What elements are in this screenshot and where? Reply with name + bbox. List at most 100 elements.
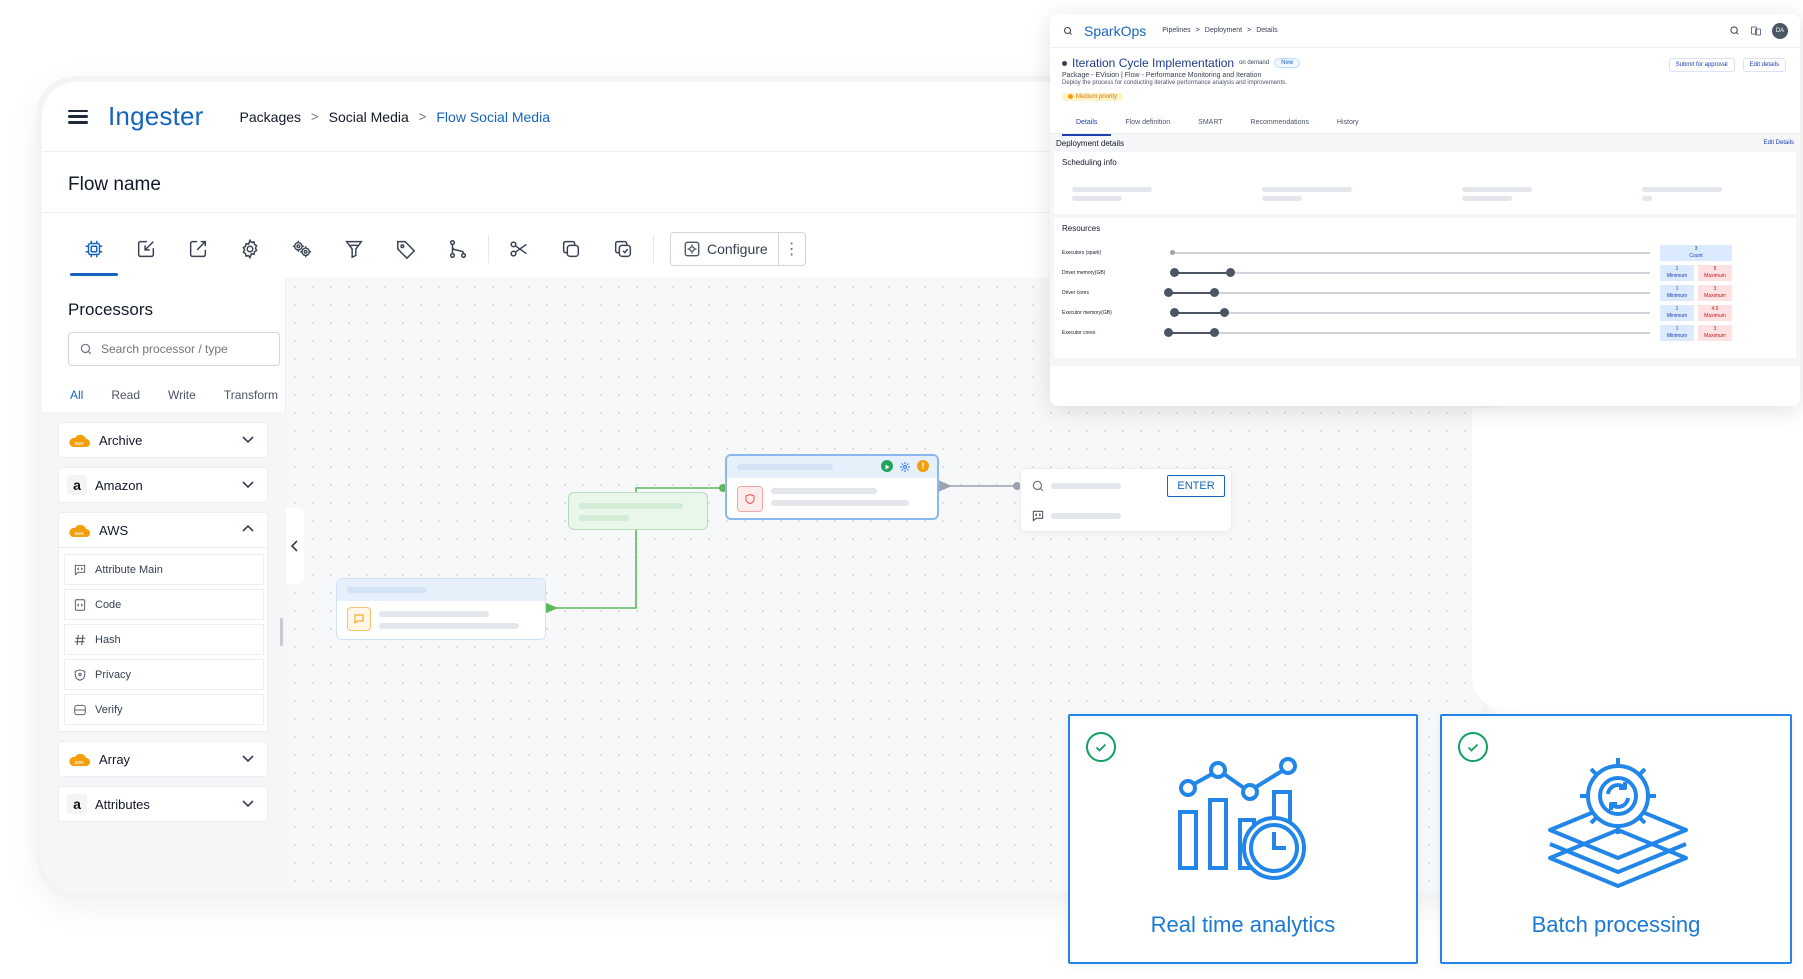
tool-write[interactable] (172, 224, 224, 274)
selected-node[interactable]: ! (725, 454, 939, 520)
tool-paste[interactable] (597, 224, 649, 274)
aws-items: Attribute Main Code Hash Privacy Verify (58, 548, 268, 732)
tool-multi-settings[interactable] (276, 224, 328, 274)
priority-dot-icon (1068, 94, 1073, 99)
slider-handle-max[interactable] (1226, 268, 1235, 277)
range-slider[interactable] (1170, 308, 1650, 317)
item-label: Hash (95, 633, 121, 646)
group-amazon[interactable]: a Amazon (58, 467, 268, 503)
tab-recommendations[interactable]: Recommendations (1237, 114, 1323, 131)
min-box: 1 Minimum (1660, 285, 1694, 301)
skeleton-line (1051, 513, 1121, 519)
processor-item-code[interactable]: Code (64, 589, 264, 620)
slider-handle-max[interactable] (1220, 308, 1229, 317)
range-slider[interactable] (1170, 268, 1650, 277)
slider-handle-max[interactable] (1210, 288, 1219, 297)
node-header (337, 579, 545, 601)
tab-history[interactable]: History (1323, 114, 1373, 131)
tab-smart[interactable]: SMART (1184, 114, 1236, 131)
processor-item-verify[interactable]: Verify (64, 694, 264, 725)
tab-details[interactable]: Details (1062, 114, 1112, 136)
slider-handle[interactable] (1170, 250, 1175, 255)
caption: Count (1689, 253, 1703, 259)
tab-flow-definition[interactable]: Flow definition (1111, 114, 1184, 131)
flow-title: Flow name (68, 174, 161, 195)
range-slider[interactable] (1170, 250, 1650, 255)
tool-filter[interactable] (328, 224, 380, 274)
tab-write[interactable]: Write (154, 382, 210, 408)
edit-details-link[interactable]: Edit Details (1764, 140, 1794, 146)
play-icon[interactable] (881, 460, 893, 472)
resource-executor-cores: Executor cores 1 Minimum 3 Maximum (1062, 323, 1788, 343)
group-aws[interactable]: aws AWS (58, 512, 268, 548)
group-archive[interactable]: aws Archive (58, 422, 268, 458)
slider-handle-min[interactable] (1164, 328, 1173, 337)
tool-cut[interactable] (493, 224, 545, 274)
processor-item-attribute-main[interactable]: Attribute Main (64, 554, 264, 585)
warning-icon[interactable]: ! (917, 460, 929, 472)
panel-scrollbar[interactable] (280, 618, 283, 646)
slider-handle-min[interactable] (1170, 268, 1179, 277)
source-node[interactable] (336, 578, 546, 640)
chevron-down-icon (241, 433, 257, 447)
range-slider[interactable] (1164, 288, 1650, 297)
min-box: 1 Minimum (1660, 325, 1694, 341)
slider-handle-max[interactable] (1210, 328, 1219, 337)
tab-all[interactable]: All (56, 382, 97, 414)
edit-details-button[interactable]: Edit details (1742, 58, 1786, 72)
crumb-pipelines[interactable]: Pipelines (1162, 27, 1190, 34)
hamburger-menu-icon[interactable] (68, 109, 88, 124)
chat-bubble-icon (347, 607, 371, 631)
settings-gear-icon[interactable] (899, 460, 911, 472)
skeleton-line (771, 500, 909, 506)
avatar[interactable]: DA (1772, 22, 1788, 39)
item-label: Verify (95, 703, 123, 716)
slider-handle-min[interactable] (1170, 308, 1179, 317)
processor-item-privacy[interactable]: Privacy (64, 659, 264, 690)
caption: Maximum (1704, 273, 1726, 279)
breadcrumb: Packages > Social Media > Flow Social Me… (240, 109, 550, 125)
submit-approval-button[interactable]: Submit for approval (1668, 58, 1735, 72)
chevron-up-icon (241, 523, 257, 537)
tool-read[interactable] (120, 224, 172, 274)
group-label: Attributes (95, 796, 150, 812)
tool-branch[interactable] (432, 224, 484, 274)
tool-settings[interactable] (224, 224, 276, 274)
tool-processor[interactable] (68, 224, 120, 276)
tab-transform[interactable]: Transform (210, 382, 292, 408)
chevron-right-icon: > (418, 109, 427, 124)
breadcrumb-packages[interactable]: Packages (240, 109, 301, 125)
resource-driver-memory: Driver memory(GB) 1 Minimum 5 Maximum (1062, 263, 1788, 283)
export-icon (189, 240, 207, 258)
verify-card-icon (74, 704, 86, 715)
group-array[interactable]: aws Array (58, 741, 268, 777)
slider-handle-min[interactable] (1164, 288, 1173, 297)
tool-copy[interactable] (545, 224, 597, 274)
value: 1 (1675, 306, 1679, 312)
crumb-details: Details (1256, 27, 1278, 34)
more-options-icon[interactable]: ⋮ (779, 239, 805, 259)
value: 1 (1675, 286, 1679, 292)
transform-node[interactable] (568, 492, 708, 530)
priority-badge: Medium priority (1062, 92, 1124, 101)
min-box: 1 Minimum (1660, 265, 1694, 281)
crumb-deployment[interactable]: Deployment (1205, 27, 1242, 34)
search-icon[interactable] (1729, 25, 1740, 36)
group-attributes[interactable]: a Attributes (58, 786, 268, 822)
batch-layers-gear-icon (1548, 758, 1688, 888)
enter-button[interactable]: ENTER (1167, 475, 1225, 497)
deployment-subtitle: Package - EVision | Flow - Performance M… (1062, 72, 1262, 79)
tool-tag[interactable] (380, 224, 432, 274)
breadcrumb-social-media[interactable]: Social Media (329, 109, 409, 125)
processor-item-hash[interactable]: Hash (64, 624, 264, 655)
skeleton-line (737, 464, 833, 470)
search-input[interactable] (101, 342, 271, 356)
configure-button[interactable]: Configure (671, 233, 779, 265)
skeleton-line (1051, 483, 1121, 489)
deployment-mode: on demand (1239, 60, 1270, 66)
tab-read[interactable]: Read (97, 382, 154, 408)
translate-icon[interactable] (1750, 25, 1762, 37)
sparkops-breadcrumb: Pipelines > Deployment > Details (1162, 27, 1277, 34)
copy-icon (562, 240, 580, 258)
range-slider[interactable] (1164, 328, 1650, 337)
